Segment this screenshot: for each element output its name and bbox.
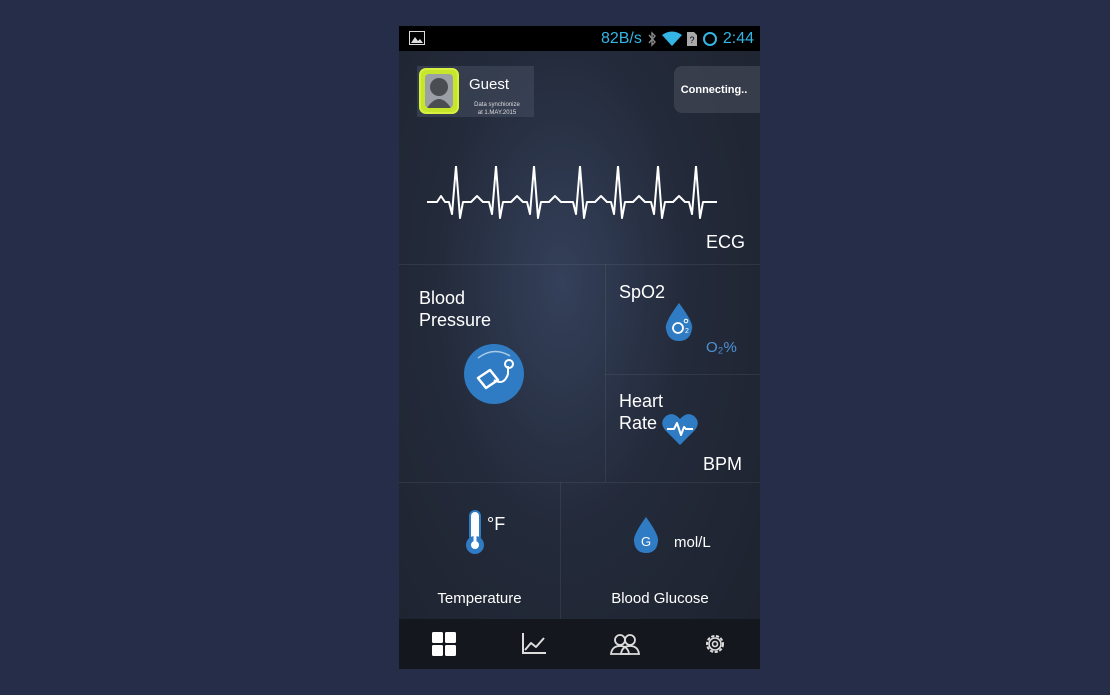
divider [399, 264, 760, 265]
connection-status-button[interactable]: Connecting.. [674, 66, 760, 113]
temperature-label: Temperature [437, 590, 522, 607]
sync-line-2: at 1.MAY.2015 [477, 110, 517, 116]
community-icon [609, 634, 640, 655]
spo2-unit: O₂% [706, 339, 737, 356]
divider [605, 264, 606, 482]
net-speed: 82B/s [600, 29, 642, 47]
nav-settings[interactable] [670, 619, 760, 669]
divider [605, 374, 760, 375]
sync-info: Data synchionize at 1.MAY.2015 [467, 101, 527, 117]
svg-text:2: 2 [685, 328, 689, 335]
sync-ring-icon [702, 31, 717, 46]
user-name: Guest [469, 76, 510, 93]
blood-glucose-unit: mol/L [674, 534, 711, 551]
blood-pressure-label-line2: Pressure [419, 310, 492, 330]
thermometer-icon [466, 510, 484, 554]
glucose-drop-icon: G [633, 517, 659, 553]
blood-glucose-label: Blood Glucose [611, 590, 709, 607]
heart-rate-unit: BPM [702, 454, 742, 474]
heart-rate-label: Heart Rate [619, 390, 663, 434]
no-sim-icon: ? [686, 31, 697, 46]
sync-line-1: Data synchionize [474, 102, 520, 108]
chart-icon [522, 633, 547, 654]
oxygen-drop-icon: 2 [665, 303, 693, 341]
avatar[interactable] [419, 68, 459, 114]
nav-history[interactable] [489, 619, 579, 669]
ecg-label: ECG [705, 232, 745, 252]
svg-text:?: ? [689, 35, 694, 45]
dashboard-icon [432, 632, 457, 656]
bluetooth-icon [648, 30, 656, 47]
blood-pressure-cuff-icon [464, 344, 524, 404]
heart-rate-label-line1: Heart [619, 391, 664, 411]
phone-screen: 82B/s ? 2:44 Guest Data synchionize at 1… [399, 26, 760, 669]
glucose-icon-letter: G [641, 534, 651, 549]
heart-rate-label-line2: Rate [619, 413, 658, 433]
blood-pressure-label-line1: Blood [419, 288, 466, 308]
ecg-waveform [427, 166, 717, 219]
profile-card[interactable]: Guest Data synchionize at 1.MAY.2015 [417, 66, 534, 117]
gallery-icon [409, 31, 425, 45]
temperature-unit: °F [487, 514, 506, 534]
spo2-label: SpO2 [619, 282, 666, 302]
clock: 2:44 [722, 29, 754, 47]
heart-pulse-icon [662, 414, 698, 445]
status-bar: 82B/s ? 2:44 [399, 26, 760, 51]
bottom-navigation [399, 619, 760, 669]
divider [399, 482, 760, 483]
nav-community[interactable] [580, 619, 670, 669]
blood-pressure-label: Blood Pressure [419, 287, 491, 331]
settings-icon [705, 635, 724, 653]
nav-dashboard[interactable] [399, 619, 489, 669]
user-silhouette-icon [427, 78, 451, 108]
wifi-icon [661, 31, 682, 46]
